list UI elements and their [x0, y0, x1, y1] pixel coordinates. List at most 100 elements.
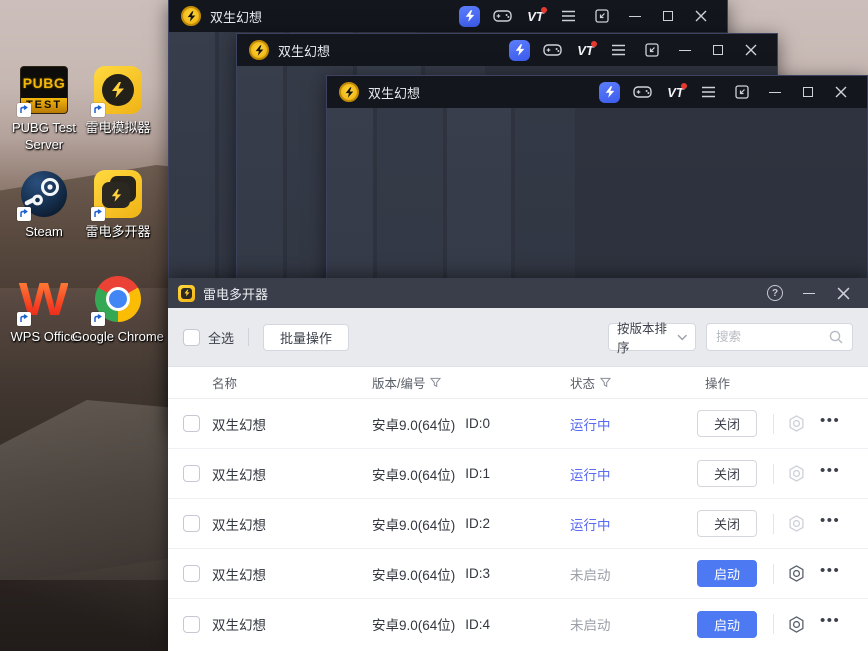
- instance-id: ID:4: [465, 616, 491, 632]
- desktop-icon-label: WPS Office: [10, 329, 78, 344]
- instance-action-button[interactable]: 启动: [697, 610, 757, 638]
- vt-virtualization-indicator[interactable]: VT: [519, 0, 552, 32]
- row-checkbox[interactable]: [183, 415, 200, 432]
- filter-icon[interactable]: [600, 377, 612, 388]
- gamepad-icon[interactable]: [536, 34, 569, 66]
- desktop-icon-ld-multi[interactable]: 雷电多开器: [72, 170, 164, 240]
- select-all-checkbox[interactable]: [183, 328, 200, 346]
- search-input[interactable]: [716, 330, 829, 344]
- instance-id: ID:3: [465, 566, 491, 581]
- instance-name: 双生幻想: [212, 467, 266, 483]
- boost-icon[interactable]: [593, 76, 626, 108]
- instance-settings-icon[interactable]: [787, 615, 806, 634]
- search-box[interactable]: [706, 323, 853, 351]
- boost-icon[interactable]: [453, 0, 486, 32]
- window-title: 双生幻想: [210, 9, 263, 25]
- vt-virtualization-indicator[interactable]: VT: [659, 76, 692, 108]
- divider: [773, 614, 774, 634]
- instance-version: 安卓9.0(64位): [372, 417, 456, 433]
- instance-status: 未启动: [570, 618, 611, 633]
- row-checkbox[interactable]: [183, 515, 200, 532]
- instance-action-button[interactable]: 关闭: [697, 510, 757, 537]
- shortcut-arrow-icon: [17, 312, 31, 326]
- instance-name: 双生幻想: [212, 517, 266, 533]
- close-button[interactable]: [684, 0, 717, 32]
- instance-status: 运行中: [570, 417, 611, 433]
- more-options-icon[interactable]: •••: [820, 463, 840, 482]
- minimize-button[interactable]: [618, 0, 651, 32]
- mini-window-icon[interactable]: [725, 76, 758, 108]
- menu-icon[interactable]: [552, 0, 585, 32]
- header-actions: 操作: [705, 377, 731, 391]
- instance-settings-icon[interactable]: [787, 564, 806, 583]
- instance-row: 双生幻想 安卓9.0(64位) ID:4 未启动 启动 •••: [168, 599, 868, 649]
- desktop-icon-label: Google Chrome: [72, 329, 164, 344]
- instance-id: ID:0: [465, 416, 491, 431]
- notification-dot: [591, 41, 597, 47]
- more-options-icon[interactable]: •••: [820, 563, 840, 582]
- divider: [773, 413, 774, 434]
- instance-version: 安卓9.0(64位): [372, 618, 456, 633]
- filter-icon[interactable]: [430, 377, 442, 388]
- minimize-button[interactable]: [668, 34, 701, 66]
- batch-operations-button[interactable]: 批量操作: [263, 323, 350, 351]
- ldplayer-logo-icon: [249, 40, 269, 60]
- table-header-row: 名称 版本/编号 状态 操作: [168, 367, 868, 399]
- divider: [773, 513, 774, 534]
- more-options-icon[interactable]: •••: [820, 613, 840, 632]
- instance-settings-icon[interactable]: [787, 514, 806, 533]
- more-options-icon[interactable]: •••: [820, 513, 840, 532]
- desktop-icon-label: Steam: [25, 224, 63, 239]
- maximize-button[interactable]: [791, 76, 824, 108]
- menu-icon[interactable]: [602, 34, 635, 66]
- menu-icon[interactable]: [692, 76, 725, 108]
- header-status: 状态: [570, 377, 596, 391]
- maximize-button[interactable]: [701, 34, 734, 66]
- instance-version: 安卓9.0(64位): [372, 517, 456, 533]
- desktop-icon-label: 雷电模拟器: [85, 120, 151, 135]
- minimize-button[interactable]: [758, 76, 791, 108]
- manager-titlebar[interactable]: 雷电多开器 ?: [168, 278, 868, 308]
- instance-status: 运行中: [570, 517, 611, 533]
- select-all-label: 全选: [208, 330, 235, 346]
- instance-action-button[interactable]: 关闭: [697, 410, 757, 437]
- close-button[interactable]: [734, 34, 767, 66]
- sort-dropdown[interactable]: 按版本排序: [608, 322, 696, 355]
- instance-action-button[interactable]: 启动: [697, 560, 757, 587]
- ldplayer-logo-icon: [339, 82, 359, 102]
- close-button[interactable]: [826, 278, 860, 308]
- more-options-icon[interactable]: •••: [820, 413, 840, 432]
- sort-dropdown-value: 按版本排序: [617, 322, 668, 355]
- shortcut-arrow-icon: [91, 312, 105, 326]
- instance-settings-icon[interactable]: [787, 414, 806, 433]
- emulator-titlebar[interactable]: 双生幻想 VT: [237, 34, 777, 66]
- instance-settings-icon[interactable]: [787, 464, 806, 483]
- close-button[interactable]: [824, 76, 857, 108]
- instance-action-button[interactable]: 关闭: [697, 460, 757, 487]
- row-checkbox[interactable]: [183, 565, 200, 582]
- pubg-icon-text: PUBG: [22, 74, 66, 91]
- desktop-icon-chrome[interactable]: Google Chrome: [72, 275, 164, 345]
- emulator-titlebar[interactable]: 双生幻想 VT: [327, 76, 867, 108]
- ldplayer-logo-icon: [181, 6, 201, 26]
- divider: [773, 563, 774, 584]
- gamepad-icon[interactable]: [486, 0, 519, 32]
- desktop-icon-ldplayer[interactable]: 雷电模拟器: [72, 66, 164, 136]
- minimize-button[interactable]: [792, 278, 826, 308]
- mini-window-icon[interactable]: [635, 34, 668, 66]
- ld-multi-logo-icon: [178, 284, 195, 302]
- desktop-icon-label: 雷电多开器: [85, 224, 151, 239]
- row-checkbox[interactable]: [183, 465, 200, 482]
- window-title: 双生幻想: [278, 43, 331, 59]
- manager-toolbar: 全选 批量操作 按版本排序: [168, 308, 868, 367]
- maximize-button[interactable]: [651, 0, 684, 32]
- help-button[interactable]: ?: [758, 278, 792, 308]
- boost-icon[interactable]: [503, 34, 536, 66]
- row-checkbox[interactable]: [183, 615, 200, 633]
- instance-name: 双生幻想: [212, 618, 266, 633]
- mini-window-icon[interactable]: [585, 0, 618, 32]
- vt-virtualization-indicator[interactable]: VT: [569, 34, 602, 66]
- shortcut-arrow-icon: [17, 103, 31, 117]
- gamepad-icon[interactable]: [626, 76, 659, 108]
- emulator-titlebar[interactable]: 双生幻想 VT: [169, 0, 727, 32]
